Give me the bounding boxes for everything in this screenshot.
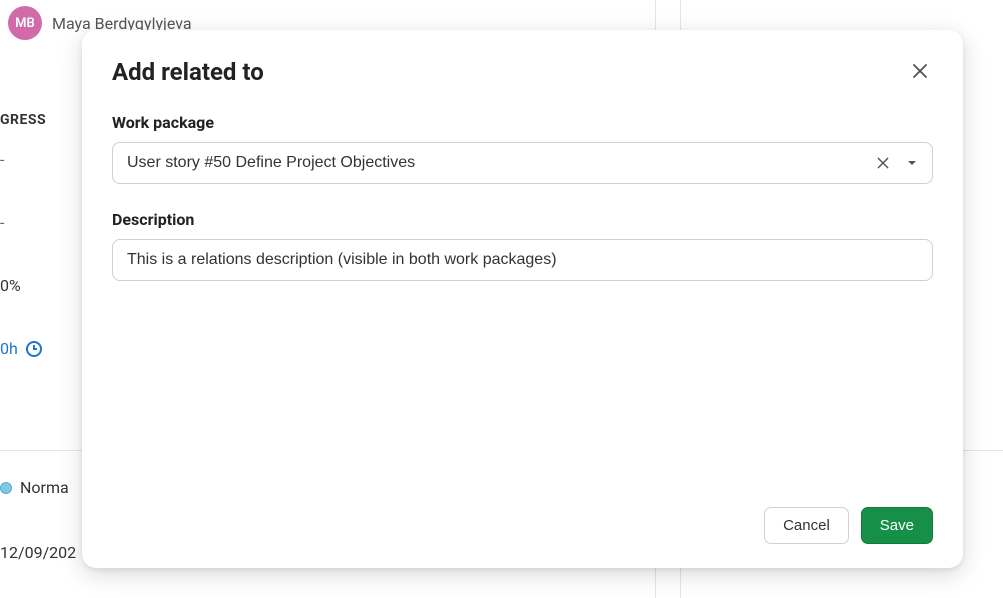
clock-icon — [26, 341, 42, 357]
add-related-modal: Add related to Work package Description … — [82, 30, 963, 568]
description-input[interactable] — [112, 239, 933, 281]
cancel-button[interactable]: Cancel — [764, 507, 849, 544]
work-package-input[interactable] — [127, 154, 872, 172]
description-label: Description — [112, 210, 933, 229]
chevron-down-icon — [906, 157, 918, 169]
stat-value: - — [0, 213, 4, 232]
progress-percent: 0% — [0, 276, 21, 295]
priority-label: Norma — [20, 478, 69, 497]
progress-heading: GRESS — [0, 60, 80, 128]
work-package-label: Work package — [112, 113, 933, 132]
work-package-combobox[interactable] — [112, 142, 933, 184]
sidebar-stats: GRESS - - 0% 0h — [0, 60, 80, 380]
priority-dot-icon — [0, 482, 12, 494]
close-icon — [911, 62, 929, 80]
avatar: MB — [8, 6, 42, 40]
clear-button[interactable] — [872, 152, 894, 174]
hours-value: 0h — [0, 339, 18, 358]
spent-time-link[interactable]: 0h — [0, 317, 80, 380]
dropdown-toggle[interactable] — [902, 153, 922, 173]
priority-field: Norma — [0, 478, 69, 497]
modal-title: Add related to — [112, 58, 264, 86]
close-icon — [876, 156, 890, 170]
date-field: 12/09/202 — [0, 543, 76, 562]
modal-footer: Cancel Save — [112, 507, 933, 544]
close-button[interactable] — [907, 58, 933, 87]
save-button[interactable]: Save — [861, 507, 933, 544]
avatar-initials: MB — [15, 16, 35, 31]
stat-value: - — [0, 150, 4, 169]
